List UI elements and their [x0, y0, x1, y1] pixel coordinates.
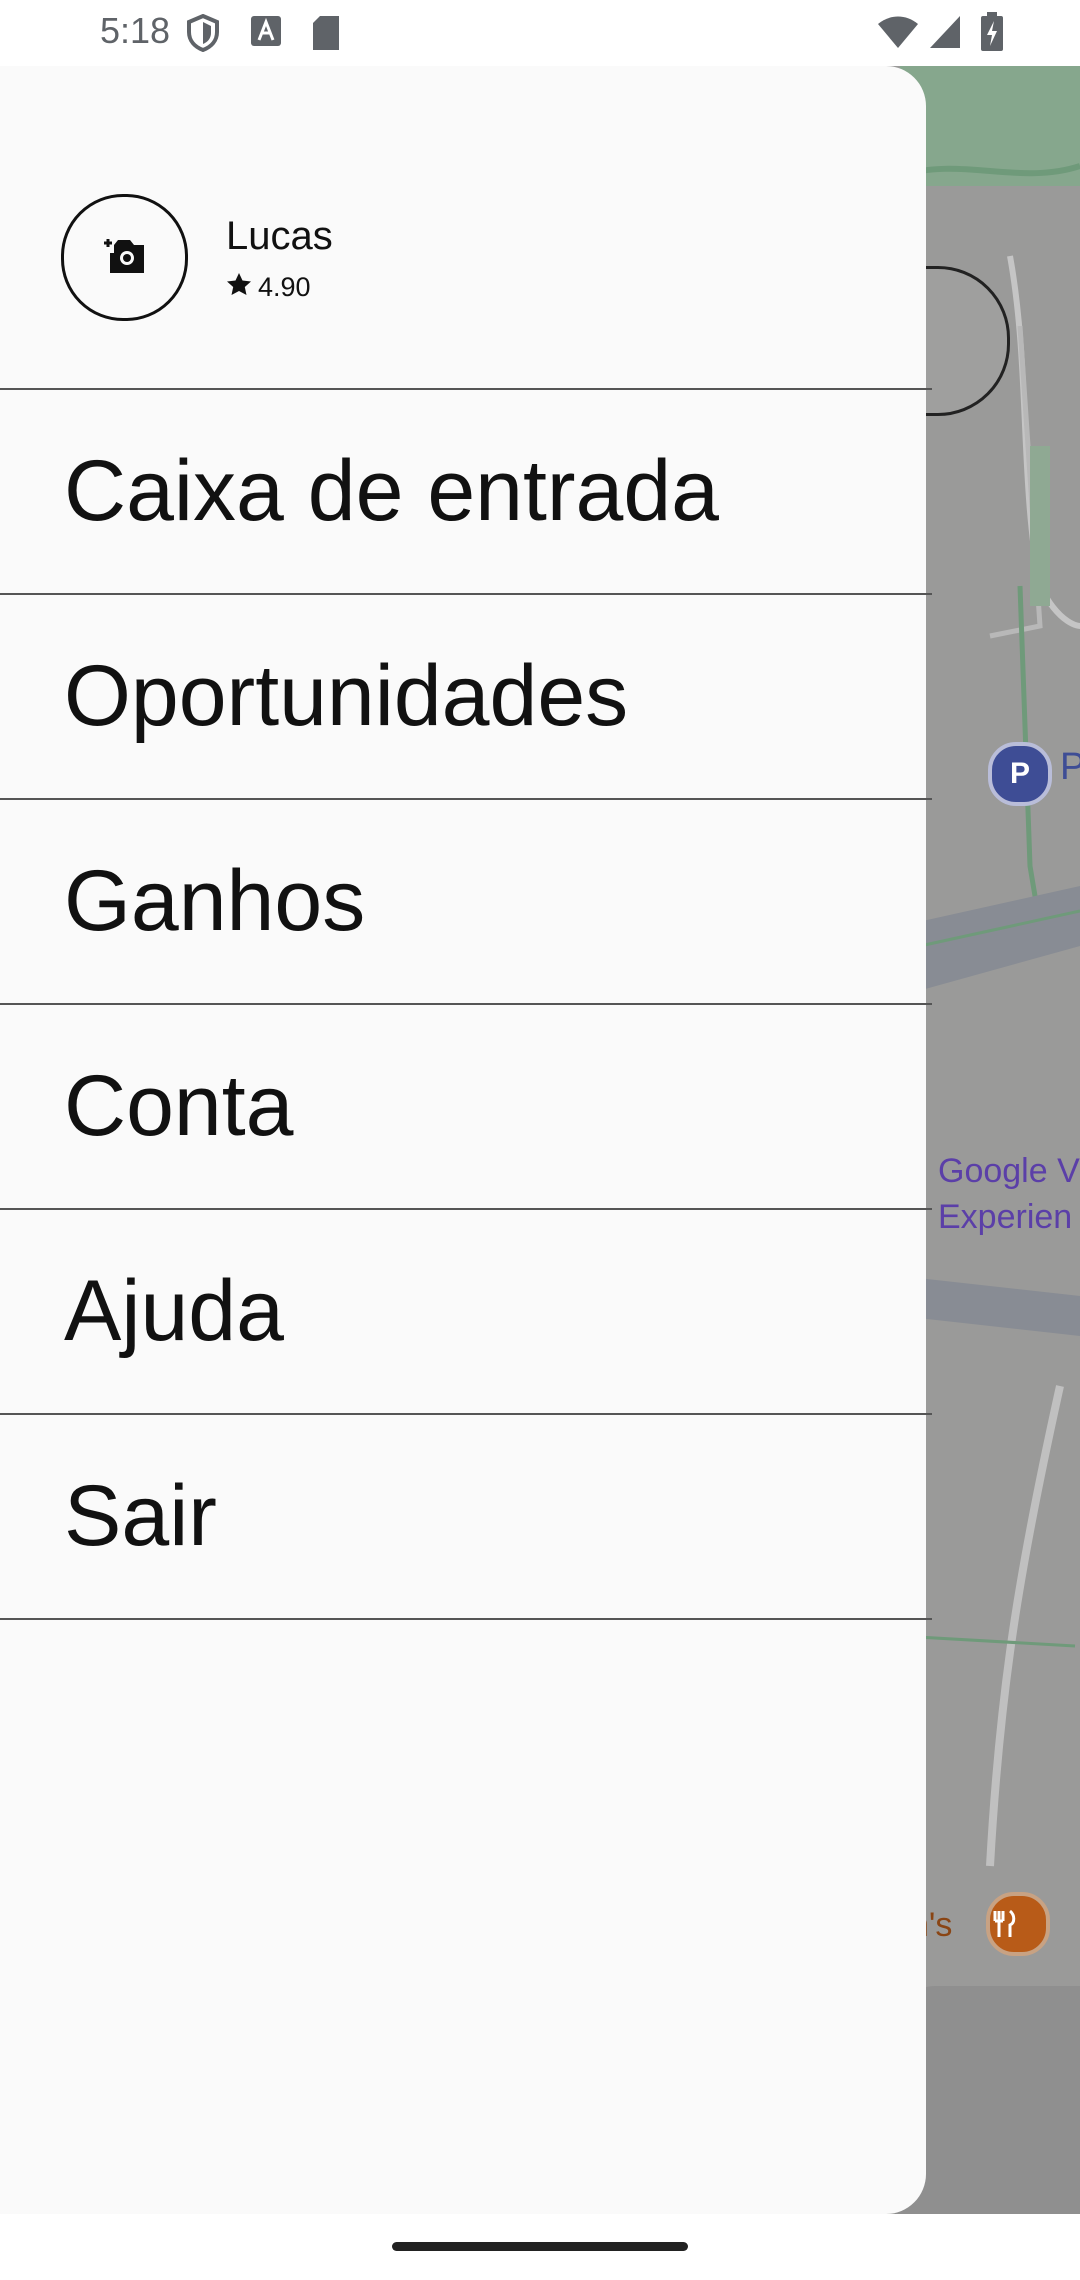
menu-item-label: Conta: [64, 1058, 294, 1154]
avatar[interactable]: [61, 194, 188, 321]
menu-item-logout[interactable]: Sair: [0, 1413, 932, 1620]
drawer-menu: Caixa de entrada Oportunidades Ganhos Co…: [0, 388, 932, 1620]
sd-card-icon: [313, 16, 339, 50]
menu-item-label: Sair: [64, 1468, 217, 1564]
parking-label: P: [1060, 746, 1080, 788]
status-time: 5:18: [100, 10, 171, 51]
menu-item-label: Ajuda: [64, 1263, 284, 1359]
menu-item-label: Oportunidades: [64, 648, 629, 744]
a-box-icon: [251, 16, 281, 46]
star-icon: [227, 273, 251, 295]
fork-knife-icon: [993, 1909, 1016, 1937]
signal-icon: [930, 16, 960, 48]
menu-item-label: Ganhos: [64, 853, 366, 949]
add-photo-camera-icon: [104, 239, 144, 273]
menu-item-label: Caixa de entrada: [64, 443, 719, 539]
menu-item-help[interactable]: Ajuda: [0, 1208, 932, 1413]
menu-item-inbox[interactable]: Caixa de entrada: [0, 388, 932, 593]
driver-name: Lucas: [226, 214, 333, 258]
home-gesture-bar[interactable]: [392, 2242, 688, 2251]
menu-item-opportunities[interactable]: Oportunidades: [0, 593, 932, 798]
wifi-icon: [878, 16, 918, 48]
menu-item-account[interactable]: Conta: [0, 1003, 932, 1208]
restaurant-marker[interactable]: [986, 1892, 1050, 1956]
profile-header[interactable]: Lucas 4.90: [0, 66, 926, 390]
menu-item-earnings[interactable]: Ganhos: [0, 798, 932, 1003]
rating-value: 4.90: [258, 272, 311, 302]
parking-marker[interactable]: P: [988, 742, 1052, 806]
battery-charging-icon: [981, 12, 1003, 51]
shield-icon: [187, 14, 219, 52]
navigation-drawer: Lucas 4.90 Caixa de entrada Oportunidade…: [0, 66, 932, 2214]
driver-rating: 4.90: [226, 272, 311, 303]
place-label: Google V Experien: [938, 1152, 1080, 1236]
status-bar: 5:18: [0, 0, 1080, 66]
